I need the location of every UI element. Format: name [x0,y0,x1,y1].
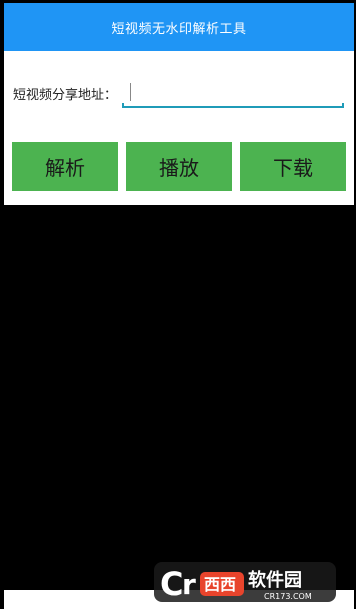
svg-text:CR173.COM: CR173.COM [264,592,312,601]
svg-text:西西: 西西 [204,575,236,594]
phone-screen: 短视频无水印解析工具 短视频分享地址： 解析 播放 下载 C r 西西 软件园 … [0,0,356,609]
svg-text:软件园: 软件园 [248,569,302,591]
input-underline [122,103,344,108]
cr173-watermark-logo: C r 西西 软件园 CR173.COM [154,562,336,603]
svg-text:r: r [182,568,196,601]
download-button[interactable]: 下载 [240,142,346,191]
app-bar: 短视频无水印解析工具 [4,3,354,51]
svg-text:C: C [160,565,183,603]
download-button-label: 下载 [273,156,313,180]
share-url-input[interactable] [122,79,346,107]
share-url-label: 短视频分享地址： [13,88,118,103]
play-button-label: 播放 [159,156,199,180]
text-cursor [130,83,131,101]
app-title: 短视频无水印解析工具 [111,21,247,37]
play-button[interactable]: 播放 [126,142,232,191]
parse-button-label: 解析 [45,156,85,180]
main-panel: 短视频分享地址： 解析 播放 下载 [4,51,354,205]
parse-button[interactable]: 解析 [12,142,118,191]
